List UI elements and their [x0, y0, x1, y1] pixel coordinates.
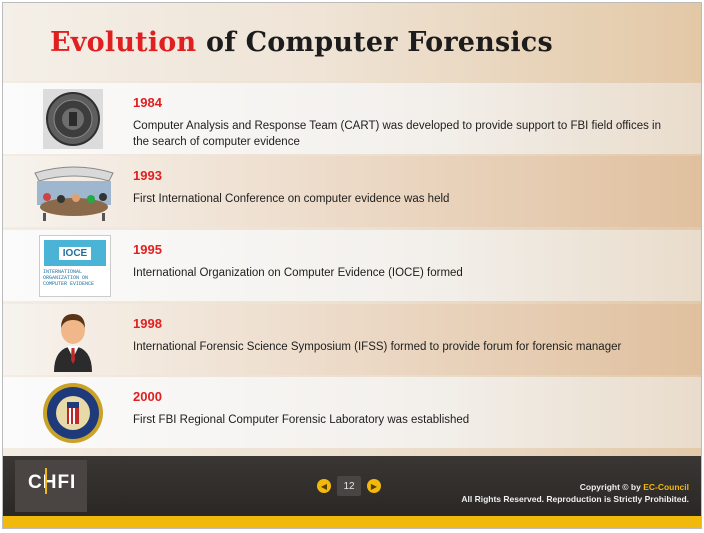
event-year: 1995 — [133, 242, 162, 257]
chfi-logo: CHFI — [15, 460, 87, 512]
title-band: Evolution of Computer Forensics — [3, 3, 701, 81]
timeline-row-1998: 1998 International Forensic Science Symp… — [3, 304, 701, 375]
next-page-button[interactable]: ▶ — [367, 479, 381, 493]
previous-page-button[interactable]: ◀ — [317, 479, 331, 493]
timeline-row-1984: 1984 Computer Analysis and Response Team… — [3, 83, 701, 154]
event-description: Computer Analysis and Response Team (CAR… — [133, 120, 661, 148]
footer-stripe — [3, 516, 701, 528]
event-year: 1998 — [133, 316, 162, 331]
page-number: 12 — [337, 476, 361, 496]
timeline-row-1995: IOCE INTERNATIONAL ORGANIZATION ON COMPU… — [3, 230, 701, 301]
event-year: 2000 — [133, 389, 162, 404]
footer: CHFI ◀ 12 ▶ Copyright © by EC-Council Al… — [3, 456, 701, 516]
timeline-row-2000: 2000 First FBI Regional Computer Forensi… — [3, 377, 701, 448]
person-icon — [33, 310, 113, 372]
event-description: First FBI Regional Computer Forensic Lab… — [133, 414, 470, 426]
slide-title: Evolution of Computer Forensics — [50, 27, 553, 58]
slide: Evolution of Computer Forensics 1984 Com… — [2, 2, 702, 529]
event-year: 1984 — [133, 95, 162, 110]
fbi-seal-icon — [33, 89, 113, 149]
title-rest: of Computer Forensics — [196, 27, 553, 58]
rights-line: All Rights Reserved. Reproduction is Str… — [461, 494, 689, 504]
ioce-logo-band: IOCE — [44, 240, 106, 266]
chfi-logo-bar — [45, 468, 47, 494]
copyright-notice: Copyright © by EC-Council All Rights Res… — [461, 481, 689, 505]
event-description: International Organization on Computer E… — [133, 267, 463, 279]
title-accent: Evolution — [50, 27, 197, 58]
copyright-line: Copyright © by EC-Council — [461, 481, 689, 493]
event-description: First International Conference on comput… — [133, 193, 450, 205]
copyright-prefix: Copyright © by — [579, 482, 644, 492]
ioce-logo-subtext: INTERNATIONAL ORGANIZATION ON COMPUTER E… — [43, 269, 95, 287]
fbi-badge-icon — [33, 383, 113, 443]
conference-icon — [31, 162, 117, 222]
ioce-logo-text: IOCE — [58, 246, 92, 260]
ioce-logo-icon: IOCE INTERNATIONAL ORGANIZATION ON COMPU… — [39, 235, 111, 297]
ec-council-brand: EC-Council — [643, 482, 689, 492]
event-description: International Forensic Science Symposium… — [133, 341, 622, 353]
timeline-row-1993: 1993 First International Conference on c… — [3, 156, 701, 227]
event-year: 1993 — [133, 168, 162, 183]
pager: ◀ 12 ▶ — [317, 476, 381, 496]
chfi-logo-text: CHFI — [28, 472, 77, 493]
